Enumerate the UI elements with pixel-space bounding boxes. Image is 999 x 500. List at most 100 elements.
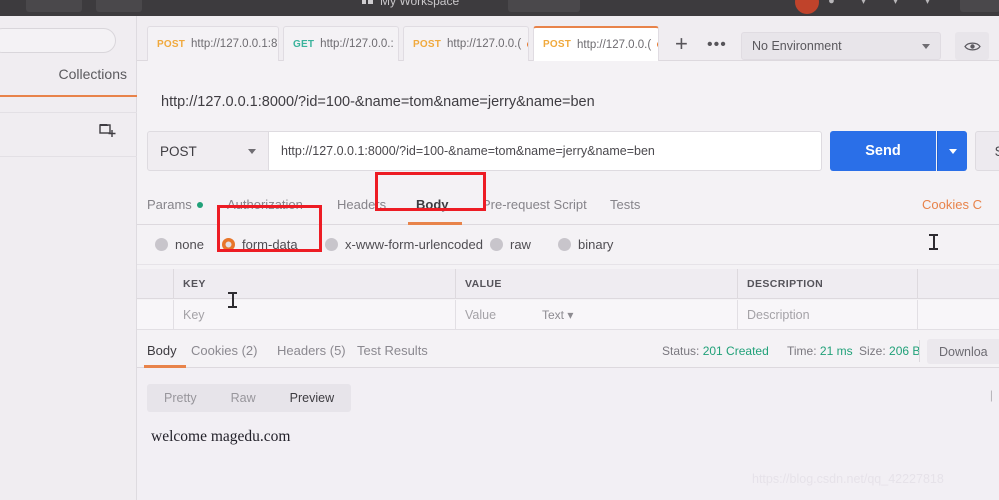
tab-params[interactable]: Params bbox=[147, 197, 203, 212]
main-area: POST http://127.0.0.1:8 GET http://127.0… bbox=[137, 16, 999, 500]
body-type-none[interactable]: none bbox=[155, 237, 204, 252]
titlebar-chip-invite[interactable] bbox=[508, 0, 580, 12]
http-method-select[interactable]: POST bbox=[147, 131, 269, 171]
eye-icon bbox=[963, 42, 981, 50]
response-scroll-marker: | bbox=[989, 388, 993, 402]
send-button[interactable]: Send bbox=[830, 131, 936, 171]
response-tabs: Body Cookies (2) Headers (5) Test Result… bbox=[137, 334, 999, 368]
tab-url: http://127.0.0.( bbox=[447, 38, 522, 50]
body-type-binary-label: binary bbox=[578, 237, 614, 252]
request-title: http://127.0.0.1:8000/?id=100-&name=tom&… bbox=[161, 94, 595, 110]
request-tab-active[interactable]: POST http://127.0.0.( bbox=[533, 26, 659, 61]
chevron-down-icon bbox=[948, 148, 957, 154]
workspace-label[interactable]: My Workspace bbox=[380, 0, 459, 8]
download-icon[interactable]: ▾ bbox=[890, 0, 901, 7]
cookies-link[interactable]: Cookies C bbox=[922, 197, 982, 212]
app-titlebar: My Workspace ● ▾ ▾ ▾ bbox=[0, 0, 999, 16]
environment-quick-look-button[interactable] bbox=[955, 32, 989, 60]
response-view-modes: Pretty Raw Preview bbox=[147, 384, 352, 412]
tab-body[interactable]: Body bbox=[416, 197, 449, 212]
radio-icon bbox=[325, 238, 338, 251]
table-row: Key Text ▾ Value Description bbox=[137, 300, 999, 330]
body-type-raw-label: raw bbox=[510, 237, 531, 252]
radio-icon bbox=[558, 238, 571, 251]
column-header-key: KEY bbox=[183, 278, 206, 290]
body-type-form-data[interactable]: form-data bbox=[222, 237, 298, 252]
time-meta: Time: 21 ms bbox=[787, 344, 853, 358]
sidebar-search-input[interactable] bbox=[0, 28, 116, 53]
key-input[interactable]: Key bbox=[183, 308, 205, 322]
time-label: Time: bbox=[787, 344, 817, 358]
request-tab[interactable]: POST http://127.0.0.1:8 bbox=[147, 26, 279, 61]
titlebar-chip-new[interactable] bbox=[26, 0, 82, 12]
tab-authorization[interactable]: Authorization bbox=[227, 197, 303, 212]
size-meta: Size: 206 B bbox=[859, 344, 920, 358]
column-header-value: VALUE bbox=[465, 278, 502, 290]
new-folder-icon[interactable] bbox=[99, 122, 117, 138]
status-label: Status: bbox=[662, 344, 700, 358]
body-type-raw[interactable]: raw bbox=[490, 237, 531, 252]
response-tab-test-results[interactable]: Test Results bbox=[357, 343, 428, 358]
sidebar-tabs: Collections bbox=[0, 66, 137, 97]
sync-icon[interactable]: ▾ bbox=[922, 0, 933, 7]
size-label: Size: bbox=[859, 344, 886, 358]
watermark: https://blog.csdn.net/qq_42227818 bbox=[752, 472, 944, 486]
bell-icon[interactable]: ● bbox=[826, 0, 837, 7]
sidebar-divider bbox=[0, 112, 137, 113]
environment-select[interactable]: No Environment bbox=[741, 32, 941, 60]
tab-options-icon[interactable]: ••• bbox=[707, 37, 727, 53]
url-input[interactable]: http://127.0.0.1:8000/?id=100-&name=tom&… bbox=[268, 131, 822, 171]
unsaved-dot-icon bbox=[657, 41, 658, 48]
chevron-down-icon bbox=[922, 43, 930, 49]
response-tab-cookies[interactable]: Cookies (2) bbox=[191, 343, 257, 358]
form-data-table-header: KEY VALUE DESCRIPTION ••• Bulk E bbox=[137, 269, 999, 299]
sidebar-tab-underline bbox=[0, 95, 137, 97]
user-avatar[interactable] bbox=[795, 0, 819, 14]
tab-method: POST bbox=[157, 38, 186, 50]
tab-url: http://127.0.0.( bbox=[577, 38, 652, 51]
http-method-value: POST bbox=[160, 143, 197, 159]
sidebar-tab-collections[interactable]: Collections bbox=[59, 66, 127, 82]
tab-headers[interactable]: Headers bbox=[337, 197, 386, 212]
response-body-text: welcome magedu.com bbox=[151, 428, 291, 445]
view-mode-pretty[interactable]: Pretty bbox=[147, 384, 214, 412]
radio-icon-selected bbox=[222, 238, 235, 251]
new-tab-button[interactable]: + bbox=[675, 33, 688, 55]
titlebar-chip-upgrade[interactable] bbox=[960, 0, 999, 12]
sidebar-divider-2 bbox=[0, 156, 137, 157]
request-tab-strip: POST http://127.0.0.1:8 GET http://127.0… bbox=[137, 16, 999, 61]
description-input[interactable]: Description bbox=[747, 308, 810, 322]
response-tab-headers[interactable]: Headers (5) bbox=[277, 343, 346, 358]
titlebar-chip-import[interactable] bbox=[96, 0, 142, 12]
params-indicator-dot bbox=[196, 202, 203, 208]
grid-icon bbox=[362, 0, 373, 4]
radio-icon bbox=[490, 238, 503, 251]
time-value: 21 ms bbox=[819, 344, 853, 358]
request-section-tabs: Params Authorization Headers Body Pre-re… bbox=[137, 188, 999, 225]
send-options-button[interactable] bbox=[937, 131, 967, 171]
tab-url: http://127.0.0.1:8 bbox=[191, 38, 278, 50]
body-type-binary[interactable]: binary bbox=[558, 237, 613, 252]
status-value: 201 Created bbox=[702, 344, 769, 358]
key-type-select[interactable]: Text ▾ bbox=[542, 308, 573, 322]
view-mode-preview[interactable]: Preview bbox=[273, 384, 351, 412]
request-tab[interactable]: POST http://127.0.0.( bbox=[403, 26, 529, 61]
tab-method: POST bbox=[413, 38, 442, 50]
save-button[interactable]: Save bbox=[975, 131, 999, 171]
view-mode-raw[interactable]: Raw bbox=[214, 384, 273, 412]
caret-icon[interactable]: ▾ bbox=[858, 0, 869, 7]
sidebar: Collections bbox=[0, 16, 137, 500]
tab-tests[interactable]: Tests bbox=[610, 197, 640, 212]
status-meta: Status: 201 Created bbox=[662, 344, 769, 358]
radio-icon bbox=[155, 238, 168, 251]
request-tab[interactable]: GET http://127.0.0.: bbox=[283, 26, 399, 61]
body-type-urlencoded[interactable]: x-www-form-urlencoded bbox=[325, 237, 483, 252]
value-input[interactable]: Value bbox=[465, 308, 496, 322]
response-tab-body[interactable]: Body bbox=[147, 343, 177, 358]
tab-params-label: Params bbox=[147, 197, 192, 212]
column-header-description: DESCRIPTION bbox=[747, 278, 824, 290]
tab-pre-request-script[interactable]: Pre-request Script bbox=[482, 197, 587, 212]
postman-window: My Workspace ● ▾ ▾ ▾ Collections POST ht… bbox=[0, 0, 999, 500]
download-button[interactable]: Downloa bbox=[927, 339, 999, 364]
body-type-options: none form-data x-www-form-urlencoded raw… bbox=[137, 225, 999, 265]
